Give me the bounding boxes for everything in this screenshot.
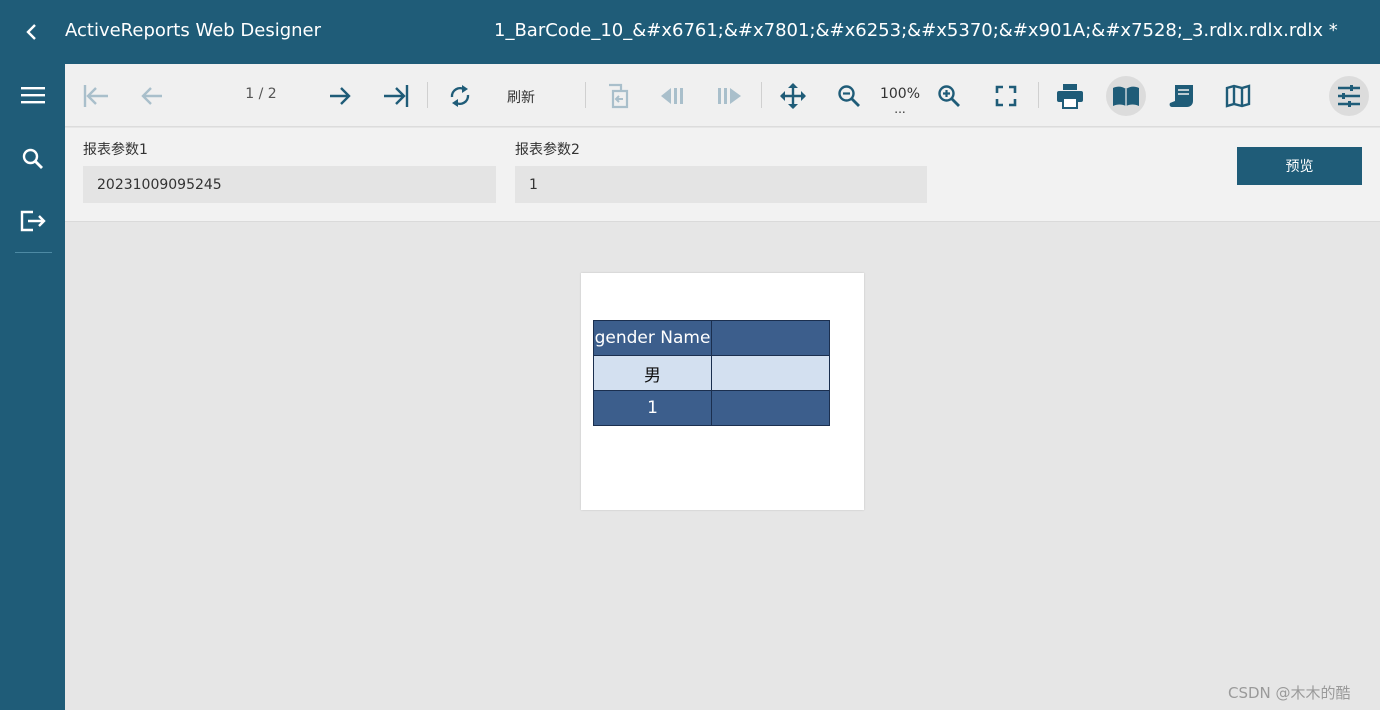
param2-label: 报表参数2 xyxy=(515,142,580,158)
first-page-icon xyxy=(83,85,108,107)
param1-input[interactable] xyxy=(83,166,496,203)
table-header-cell xyxy=(711,320,830,356)
scroll-icon xyxy=(1169,85,1193,107)
back-to-parent-button[interactable] xyxy=(597,76,637,116)
param1-label: 报表参数1 xyxy=(83,142,148,158)
report-table: gender Name 男 1 xyxy=(593,320,830,426)
parameters-panel: 报表参数1 报表参数2 预览 xyxy=(65,128,1380,222)
first-page-button[interactable] xyxy=(76,76,116,116)
table-cell xyxy=(711,355,830,391)
app-title: ActiveReports Web Designer xyxy=(65,20,322,41)
history-forward-button[interactable] xyxy=(709,76,749,116)
toolbar-divider xyxy=(1038,82,1039,108)
move-icon xyxy=(780,83,806,109)
arrow-left-icon xyxy=(141,87,162,105)
table-cell xyxy=(711,390,830,426)
toolbar-divider xyxy=(427,82,428,108)
document-map-button[interactable] xyxy=(1218,76,1258,116)
table-row: 1 xyxy=(593,390,830,426)
sidebar-export-button[interactable] xyxy=(14,202,52,240)
arrow-right-icon xyxy=(330,87,351,105)
table-header-cell: gender Name xyxy=(593,320,712,356)
last-page-button[interactable] xyxy=(376,76,416,116)
viewer-toolbar: 1 / 2 刷新 100% ... xyxy=(65,64,1380,127)
refresh-label[interactable]: 刷新 xyxy=(507,87,535,107)
sidebar-search-button[interactable] xyxy=(14,140,52,178)
fullscreen-icon xyxy=(995,85,1017,107)
zoom-in-button[interactable] xyxy=(929,76,969,116)
table-header-row: gender Name xyxy=(593,320,830,356)
report-page: gender Name 男 1 xyxy=(581,273,864,510)
table-cell: 1 xyxy=(593,390,712,426)
back-button[interactable] xyxy=(18,18,46,46)
history-back-button[interactable] xyxy=(653,76,693,116)
print-icon xyxy=(1057,84,1083,109)
last-page-icon xyxy=(384,85,409,107)
next-page-button[interactable] xyxy=(320,76,360,116)
refresh-icon xyxy=(450,85,470,107)
galley-mode-button[interactable] xyxy=(1106,76,1146,116)
toolbar-divider xyxy=(585,82,586,108)
zoom-level[interactable]: 100% xyxy=(877,86,923,102)
previous-page-button[interactable] xyxy=(132,76,172,116)
back-to-parent-icon xyxy=(609,83,629,109)
full-screen-button[interactable] xyxy=(986,76,1026,116)
watermark: CSDN @木木的酷 xyxy=(1228,684,1351,702)
zoom-in-icon xyxy=(938,85,960,107)
sidebar-menu-button[interactable] xyxy=(14,76,52,114)
refresh-button[interactable] xyxy=(440,76,480,116)
table-cell: 男 xyxy=(593,355,712,391)
page-indicator[interactable]: 1 / 2 xyxy=(231,86,291,102)
sidebar-divider xyxy=(15,252,52,253)
export-icon xyxy=(20,210,46,232)
fast-forward-icon xyxy=(718,88,741,104)
zoom-out-icon xyxy=(838,85,860,107)
zoom-out-button[interactable] xyxy=(829,76,869,116)
search-icon xyxy=(22,148,43,169)
open-book-icon xyxy=(1113,86,1139,106)
title-bar: ActiveReports Web Designer 1_BarCode_10_… xyxy=(0,0,1380,64)
table-row: 男 xyxy=(593,355,830,391)
toolbar-divider xyxy=(761,82,762,108)
preview-button[interactable]: 预览 xyxy=(1237,147,1362,185)
chevron-left-icon xyxy=(26,24,36,40)
print-button[interactable] xyxy=(1050,76,1090,116)
parameters-panel-button[interactable] xyxy=(1329,76,1369,116)
param2-input[interactable] xyxy=(515,166,927,203)
sliders-icon xyxy=(1338,85,1360,107)
sidebar xyxy=(0,64,65,710)
menu-icon xyxy=(21,87,45,104)
pan-mode-button[interactable] xyxy=(773,76,813,116)
document-title: 1_BarCode_10_&#x6761;&#x7801;&#x6253;&#x… xyxy=(494,20,1338,41)
map-icon xyxy=(1225,84,1251,108)
rewind-icon xyxy=(661,88,683,104)
zoom-more-icon[interactable]: ... xyxy=(877,102,923,116)
continuous-mode-button[interactable] xyxy=(1162,76,1202,116)
